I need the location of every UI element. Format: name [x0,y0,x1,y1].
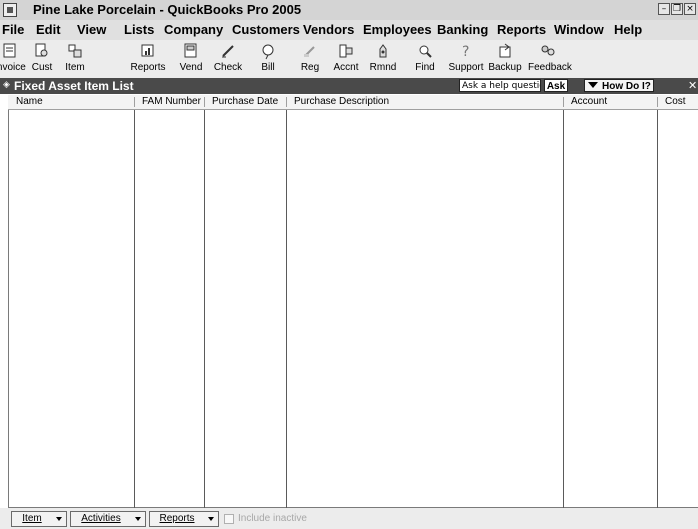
column-divider[interactable] [204,97,205,107]
restore-icon[interactable]: ❐ [671,3,683,15]
column-gridline [204,110,205,508]
column-purchase-date[interactable]: Purchase Date [212,96,278,107]
column-gridline [657,110,658,508]
menu-customers[interactable]: Customers [232,22,300,37]
toolbar-vend-button[interactable]: Vend [171,42,211,73]
check-icon [219,42,237,60]
column-gridline [286,110,287,508]
activities-menu-label: Activities [81,513,121,524]
menu-bar: File Edit View Lists Company Customers V… [0,20,698,41]
toolbar-check-button[interactable]: Check [208,42,248,73]
menu-help[interactable]: Help [614,22,642,37]
list-title: Fixed Asset Item List [14,79,134,93]
toolbar-bill-button[interactable]: Bill [248,42,288,73]
chevron-down-icon [135,517,141,521]
toolbar-feedback-label: Feedback [528,62,572,73]
account-icon [337,42,355,60]
toolbar-accnt-label: Accnt [333,62,359,73]
column-gridline [563,110,564,508]
toolbar-rmnd-label: Rmnd [369,62,397,73]
menu-reports[interactable]: Reports [497,22,546,37]
fixed-asset-list[interactable] [8,110,698,508]
toolbar-backup-button[interactable]: Backup [485,42,525,73]
window-title: Pine Lake Porcelain - QuickBooks Pro 200… [33,2,302,17]
support-icon: ? [457,42,475,60]
column-cost[interactable]: Cost [665,96,686,107]
toolbar-reports-button[interactable]: Reports [128,42,168,73]
activities-menu-button[interactable]: Activities [70,511,146,527]
item-menu-label: Item [22,513,42,524]
item-icon [66,42,84,60]
menu-employees[interactable]: Employees [363,22,432,37]
list-title-bar: ◈ Fixed Asset Item List Ask a help quest… [0,78,698,94]
menu-vendors[interactable]: Vendors [303,22,354,37]
menu-lists[interactable]: Lists [124,22,154,37]
menu-edit[interactable]: Edit [36,22,61,37]
menu-banking[interactable]: Banking [437,22,488,37]
title-bar: Pine Lake Porcelain - QuickBooks Pro 200… [0,0,698,21]
toolbar-backup-label: Backup [488,62,522,73]
reports-menu-label: Reports [159,513,195,524]
list-close-icon[interactable]: ✕ [688,79,698,93]
toolbar-reg-label: Reg [300,62,320,73]
column-divider[interactable] [563,97,564,107]
window-controls: – ❐ × [658,3,696,15]
column-account[interactable]: Account [571,96,607,107]
menu-window[interactable]: Window [554,22,604,37]
svg-text:?: ? [462,44,469,60]
toolbar-vend-label: Vend [179,62,203,73]
reports-menu-button[interactable]: Reports [149,511,219,527]
toolbar-find-button[interactable]: Find [405,42,445,73]
list-window-icon: ◈ [3,80,10,90]
item-menu-button[interactable]: Item [11,511,67,527]
feedback-icon [539,42,557,60]
help-question-input[interactable]: Ask a help question [459,79,541,92]
chevron-down-icon [208,517,214,521]
chevron-down-icon [56,517,62,521]
invoice-icon [1,42,19,60]
column-divider[interactable] [286,97,287,107]
toolbar-support-label: Support [448,62,484,73]
reminder-icon [374,42,392,60]
backup-icon [496,42,514,60]
how-do-i-button[interactable]: How Do I? [584,79,654,92]
ask-button[interactable]: Ask [544,79,568,92]
close-icon[interactable]: × [684,3,696,15]
register-icon [301,42,319,60]
toolbar-find-label: Find [415,62,435,73]
column-header: Name FAM Number Purchase Date Purchase D… [8,95,698,110]
menu-company[interactable]: Company [164,22,223,37]
toolbar-item-button[interactable]: Item [55,42,95,73]
customer-icon [33,42,51,60]
how-do-i-label: How Do I? [602,81,651,92]
column-name[interactable]: Name [16,96,43,107]
icon-toolbar: Invoice Cust Item Reports Vend Check Bil… [0,40,698,79]
include-inactive-checkbox[interactable] [224,514,234,524]
vendor-icon [182,42,200,60]
include-inactive-label: Include inactive [238,513,307,524]
bottom-button-bar: Item Activities Reports Include inactive [0,508,698,529]
minimize-icon[interactable]: – [658,3,670,15]
toolbar-item-label: Item [65,62,85,73]
toolbar-rmnd-button[interactable]: Rmnd [363,42,403,73]
column-gridline [134,110,135,508]
toolbar-bill-label: Bill [261,62,275,73]
bill-icon [259,42,277,60]
toolbar-reg-button[interactable]: Reg [290,42,330,73]
toolbar-reports-label: Reports [130,62,166,73]
toolbar-check-label: Check [213,62,243,73]
column-divider[interactable] [134,97,135,107]
reports-icon [139,42,157,60]
column-purchase-description[interactable]: Purchase Description [294,96,389,107]
toolbar-accnt-button[interactable]: Accnt [326,42,366,73]
column-fam-number[interactable]: FAM Number [142,96,201,107]
column-divider[interactable] [657,97,658,107]
dropdown-arrow-icon [588,82,598,88]
menu-file[interactable]: File [2,22,24,37]
toolbar-feedback-button[interactable]: Feedback [528,42,572,73]
find-icon [416,42,434,60]
app-icon[interactable] [3,3,17,17]
toolbar-support-button[interactable]: ? Support [446,42,486,73]
menu-view[interactable]: View [77,22,106,37]
